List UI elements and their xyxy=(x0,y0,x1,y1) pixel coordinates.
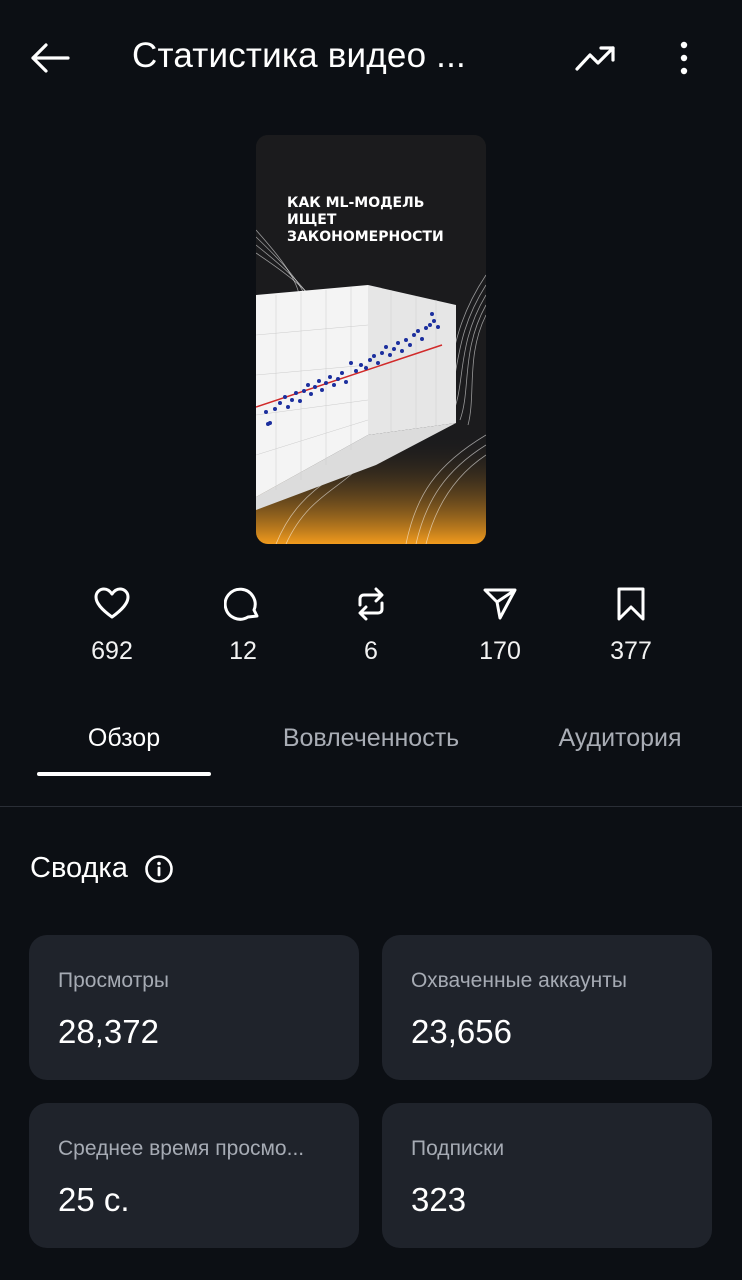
shares-count: 170 xyxy=(479,637,521,665)
follows-card[interactable]: Подписки 323 xyxy=(382,1103,712,1248)
send-icon xyxy=(483,588,517,620)
more-options-button[interactable] xyxy=(660,32,708,84)
heart-icon xyxy=(94,587,130,619)
avg-watch-time-card[interactable]: Среднее время просмо... 25 с. xyxy=(29,1103,359,1248)
follows-label: Подписки xyxy=(411,1137,505,1160)
shares-stat[interactable]: 170 xyxy=(450,585,550,666)
back-button[interactable] xyxy=(22,30,78,86)
top-bar: Статистика видео ... xyxy=(0,0,742,112)
comments-count: 12 xyxy=(229,637,257,665)
views-card[interactable]: Просмотры 28,372 xyxy=(29,935,359,1080)
follows-value: 323 xyxy=(411,1181,467,1218)
info-icon xyxy=(145,854,173,883)
engagement-stats: 692 12 6 170 377 xyxy=(0,585,742,685)
video-thumbnail[interactable]: КАК ML-МОДЕЛЬ ИЩЕТ ЗАКОНОМЕРНОСТИ xyxy=(256,135,486,544)
summary-title: Сводка xyxy=(30,852,128,884)
accounts-reached-card[interactable]: Охваченные аккаунты 23,656 xyxy=(382,935,712,1080)
reposts-count: 6 xyxy=(364,637,378,665)
insights-tabs: Обзор Вовлеченность Аудитория xyxy=(0,710,742,807)
arrow-left-icon xyxy=(31,43,70,73)
summary-info-button[interactable] xyxy=(144,854,174,884)
active-tab-indicator xyxy=(37,772,211,776)
tab-engagement[interactable]: Вовлеченность xyxy=(276,720,466,756)
views-value: 28,372 xyxy=(58,1013,159,1050)
likes-stat[interactable]: 692 xyxy=(62,585,162,666)
summary-header: Сводка xyxy=(30,852,174,885)
saves-stat[interactable]: 377 xyxy=(581,585,681,666)
tab-overview[interactable]: Обзор xyxy=(37,720,211,756)
accounts-reached-value: 23,656 xyxy=(411,1013,512,1050)
reposts-stat[interactable]: 6 xyxy=(321,585,421,666)
insights-trend-button[interactable] xyxy=(568,32,624,84)
tab-audience[interactable]: Аудитория xyxy=(540,720,700,756)
comments-stat[interactable]: 12 xyxy=(193,585,293,666)
more-vertical-icon xyxy=(680,41,688,75)
accounts-reached-label: Охваченные аккаунты xyxy=(411,969,627,992)
page-title: Статистика видео ... xyxy=(132,36,466,75)
trending-up-icon xyxy=(575,46,615,71)
comment-icon xyxy=(224,587,259,621)
bookmark-icon xyxy=(617,587,645,621)
avg-watch-time-label: Среднее время просмо... xyxy=(58,1137,305,1160)
thumbnail-caption: КАК ML-МОДЕЛЬ ИЩЕТ ЗАКОНОМЕРНОСТИ xyxy=(287,195,444,245)
likes-count: 692 xyxy=(91,637,133,665)
views-label: Просмотры xyxy=(58,969,169,992)
repost-icon xyxy=(358,587,384,621)
saves-count: 377 xyxy=(610,637,652,665)
avg-watch-time-value: 25 с. xyxy=(58,1181,130,1218)
